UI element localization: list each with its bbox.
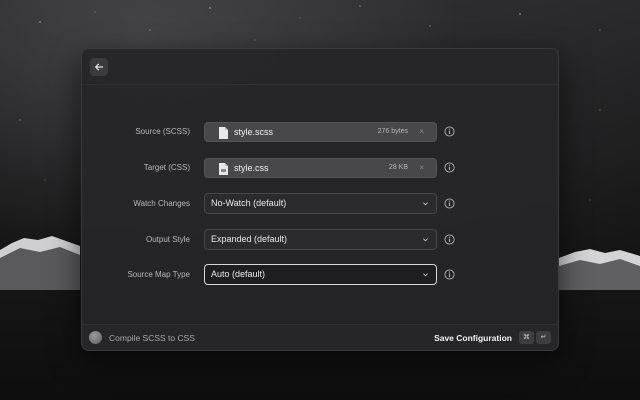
source-file-name: style.scss (234, 127, 274, 137)
source-map-row: Source Map Type Auto (default) (82, 264, 558, 286)
source-file-picker[interactable]: style.scss 276 bytes × (204, 122, 437, 142)
info-icon[interactable] (444, 269, 455, 280)
file-icon (219, 127, 228, 139)
source-map-value: Auto (default) (211, 269, 266, 279)
watch-label: Watch Changes (133, 199, 190, 208)
watch-select[interactable]: No-Watch (default) (204, 193, 437, 214)
return-key-icon: ↵ (536, 331, 551, 344)
watch-row: Watch Changes No-Watch (default) (82, 193, 558, 215)
info-icon[interactable] (444, 198, 455, 209)
target-file-picker[interactable]: style.css 28 KB × (204, 158, 437, 178)
source-row: Source (SCSS) style.scss 276 bytes × (82, 121, 558, 143)
target-label: Target (CSS) (143, 163, 190, 172)
source-label: Source (SCSS) (135, 127, 190, 136)
info-icon[interactable] (444, 234, 455, 245)
chevron-down-icon (423, 202, 428, 206)
watch-value: No-Watch (default) (211, 198, 287, 208)
back-button[interactable] (90, 58, 108, 76)
target-file-name: style.css (234, 163, 269, 173)
command-title: Compile SCSS to CSS (109, 333, 195, 343)
output-style-label: Output Style (145, 235, 190, 244)
target-file-size: 28 KB (388, 164, 408, 171)
source-map-select[interactable]: Auto (default) (204, 264, 437, 285)
css-file-icon (219, 163, 228, 175)
info-icon[interactable] (444, 126, 455, 137)
target-row: Target (CSS) style.css 28 KB × (82, 157, 558, 179)
source-map-label: Source Map Type (127, 270, 190, 279)
output-style-row: Output Style Expanded (default) (82, 229, 558, 251)
arrow-left-icon (95, 63, 104, 71)
output-style-select[interactable]: Expanded (default) (204, 229, 437, 250)
source-clear-button[interactable]: × (419, 123, 424, 141)
output-style-value: Expanded (default) (211, 234, 288, 244)
save-configuration-button[interactable]: Save Configuration (434, 325, 512, 350)
chevron-down-icon (423, 238, 428, 242)
configuration-window: Source (SCSS) style.scss 276 bytes × Tar… (81, 48, 559, 351)
target-clear-button[interactable]: × (419, 159, 424, 177)
info-icon[interactable] (444, 162, 455, 173)
header-divider (82, 84, 558, 85)
app-icon (89, 331, 102, 344)
desktop-background: Source (SCSS) style.scss 276 bytes × Tar… (0, 0, 640, 400)
source-file-size: 276 bytes (377, 128, 408, 135)
chevron-down-icon (423, 273, 428, 277)
command-key-icon: ⌘ (519, 331, 534, 344)
action-bar: Compile SCSS to CSS Save Configuration ⌘… (82, 324, 558, 350)
